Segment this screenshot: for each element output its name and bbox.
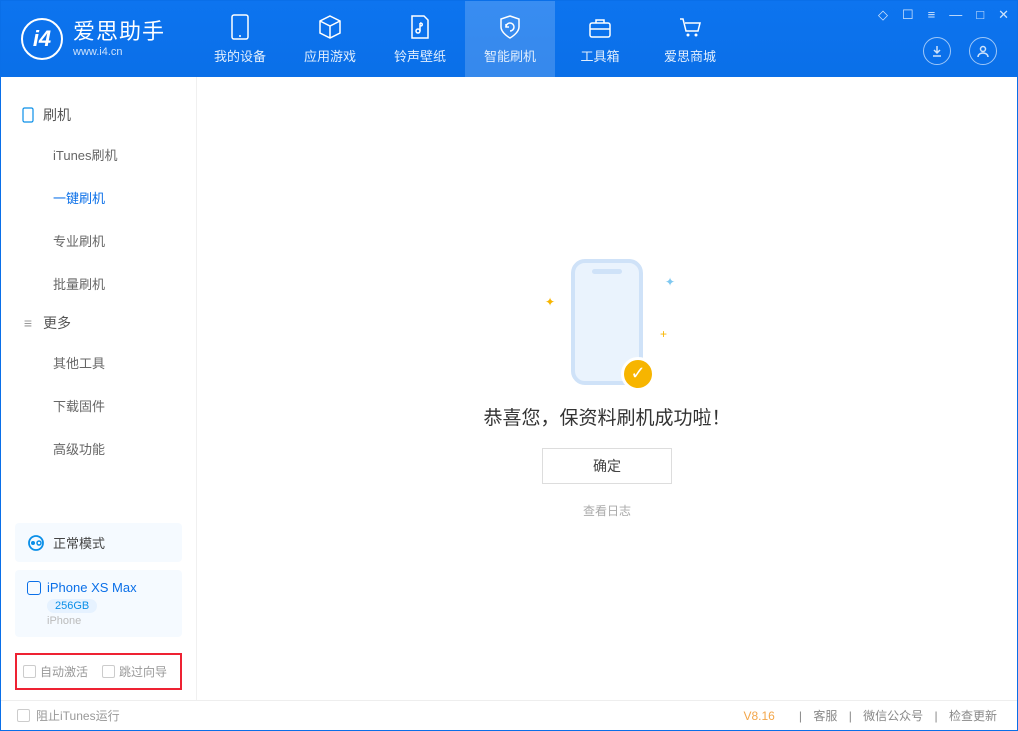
sparkle-icon: ✦ — [545, 295, 555, 309]
toolbox-icon — [587, 14, 613, 40]
music-file-icon — [407, 14, 433, 40]
nav-itunes-flash[interactable]: iTunes刷机 — [1, 133, 196, 176]
nav-download-firmware[interactable]: 下载固件 — [1, 384, 196, 427]
mode-label: 正常模式 — [53, 533, 105, 552]
maximize-button[interactable]: □ — [976, 7, 984, 23]
app-subtitle: www.i4.cn — [73, 46, 165, 59]
section-title: 刷机 — [43, 105, 71, 125]
sidebar-section-more: ≡ 更多 — [1, 305, 196, 341]
version-label: V8.16 — [744, 709, 775, 723]
check-badge-icon: ✓ — [621, 357, 655, 391]
nav-batch-flash[interactable]: 批量刷机 — [1, 262, 196, 305]
support-link[interactable]: 客服 — [813, 709, 837, 723]
auto-activate-checkbox[interactable]: 自动激活 — [23, 663, 88, 680]
skip-wizard-checkbox[interactable]: 跳过向导 — [102, 663, 167, 680]
device-icon — [21, 108, 35, 122]
list-icon: ≡ — [21, 316, 35, 330]
flash-options-highlight: 自动激活 跳过向导 — [15, 653, 182, 690]
app-header: i4 爱思助手 www.i4.cn 我的设备 应用游戏 铃声壁纸 智能刷机 工具… — [1, 1, 1017, 77]
app-title: 爱思助手 — [73, 19, 165, 45]
block-itunes-checkbox[interactable]: 阻止iTunes运行 — [17, 707, 120, 724]
tab-ringtone-wallpaper[interactable]: 铃声壁纸 — [375, 1, 465, 77]
nav-one-click-flash[interactable]: 一键刷机 — [1, 176, 196, 219]
tab-label: 智能刷机 — [484, 46, 536, 65]
sparkle-icon: + — [660, 327, 667, 341]
lock-icon[interactable]: ☐ — [902, 7, 914, 23]
titlebar-controls: ◇ ☐ ≡ — □ ✕ — [878, 7, 1009, 23]
tab-label: 应用游戏 — [304, 46, 356, 65]
sparkle-icon: ✦ — [665, 275, 675, 289]
tab-my-device[interactable]: 我的设备 — [195, 1, 285, 77]
tab-store[interactable]: 爱思商城 — [645, 1, 735, 77]
success-illustration: ✓ ✦ ✦ + — [571, 259, 643, 385]
success-message: 恭喜您，保资料刷机成功啦！ — [483, 403, 730, 430]
view-log-link[interactable]: 查看日志 — [583, 502, 631, 519]
cube-icon — [317, 14, 343, 40]
menu-icon[interactable]: ≡ — [928, 7, 936, 23]
close-button[interactable]: ✕ — [998, 7, 1009, 23]
minimize-button[interactable]: — — [949, 7, 962, 23]
mode-icon — [27, 534, 45, 552]
tab-label: 铃声壁纸 — [394, 46, 446, 65]
tab-toolbox[interactable]: 工具箱 — [555, 1, 645, 77]
sidebar-section-flash: 刷机 — [1, 97, 196, 133]
logo-text: 爱思助手 www.i4.cn — [73, 19, 165, 59]
phone-small-icon — [27, 581, 41, 595]
header-tabs: 我的设备 应用游戏 铃声壁纸 智能刷机 工具箱 爱思商城 — [195, 1, 735, 77]
phone-icon — [227, 14, 253, 40]
user-icon[interactable] — [969, 37, 997, 65]
tab-label: 爱思商城 — [664, 46, 716, 65]
shirt-icon[interactable]: ◇ — [878, 7, 888, 23]
device-name-row: iPhone XS Max — [27, 580, 170, 595]
nav-advanced[interactable]: 高级功能 — [1, 427, 196, 470]
wechat-link[interactable]: 微信公众号 — [863, 709, 923, 723]
tab-smart-flash[interactable]: 智能刷机 — [465, 1, 555, 77]
tab-apps-games[interactable]: 应用游戏 — [285, 1, 375, 77]
tab-label: 我的设备 — [214, 46, 266, 65]
device-capacity: 256GB — [47, 599, 97, 613]
main-content: ✓ ✦ ✦ + 恭喜您，保资料刷机成功啦！ 确定 查看日志 — [197, 77, 1017, 700]
device-name: iPhone XS Max — [47, 580, 137, 595]
device-mode-box[interactable]: 正常模式 — [15, 523, 182, 562]
logo-area: i4 爱思助手 www.i4.cn — [1, 18, 185, 60]
cart-icon — [677, 14, 703, 40]
ok-button[interactable]: 确定 — [542, 448, 672, 484]
status-bar: 阻止iTunes运行 V8.16 | 客服 | 微信公众号 | 检查更新 — [1, 700, 1017, 730]
tab-label: 工具箱 — [581, 46, 620, 65]
nav-other-tools[interactable]: 其他工具 — [1, 341, 196, 384]
nav-pro-flash[interactable]: 专业刷机 — [1, 219, 196, 262]
check-update-link[interactable]: 检查更新 — [949, 709, 997, 723]
logo-icon: i4 — [21, 18, 63, 60]
download-icon[interactable] — [923, 37, 951, 65]
device-type: iPhone — [47, 615, 170, 627]
section-title: 更多 — [43, 313, 71, 333]
footer-links: | 客服 | 微信公众号 | 检查更新 — [795, 707, 1001, 724]
header-right-icons — [923, 37, 997, 65]
shield-refresh-icon — [497, 14, 523, 40]
app-body: 刷机 iTunes刷机 一键刷机 专业刷机 批量刷机 ≡ 更多 其他工具 下载固… — [1, 77, 1017, 700]
device-info-box[interactable]: iPhone XS Max 256GB iPhone — [15, 570, 182, 637]
sidebar: 刷机 iTunes刷机 一键刷机 专业刷机 批量刷机 ≡ 更多 其他工具 下载固… — [1, 77, 197, 700]
